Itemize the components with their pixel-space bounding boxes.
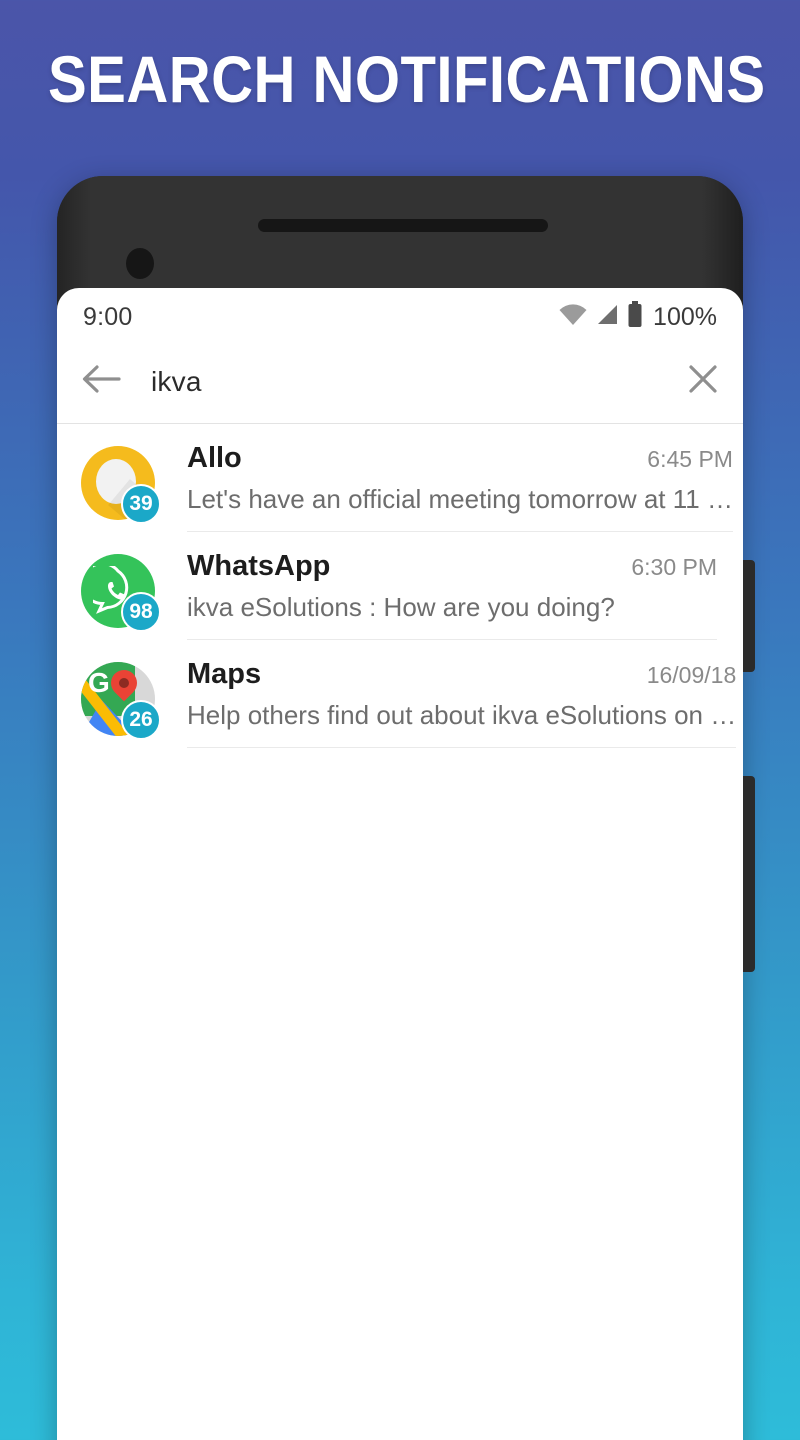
notification-app-name: Maps: [187, 658, 262, 690]
notification-row-allo[interactable]: 39 Allo 6:45 PM Let's have an official m…: [57, 424, 743, 532]
status-bar: 9:00 100%: [57, 288, 743, 340]
back-arrow-icon[interactable]: [81, 362, 121, 401]
notification-message: ikva eSolutions : How are you doing?: [187, 592, 615, 622]
front-camera-icon: [126, 248, 154, 279]
notification-timestamp: 6:45 PM: [647, 446, 733, 472]
notification-message: Let's have an official meeting tomorrow …: [187, 484, 733, 514]
notification-row-maps[interactable]: G 26 Maps 16/09/18 Help others find out …: [57, 640, 743, 748]
notification-content: Allo 6:45 PM Let's have an official meet…: [187, 442, 733, 532]
battery-icon: [627, 301, 643, 333]
wifi-icon: [558, 303, 588, 332]
whatsapp-app-icon: 98: [81, 554, 161, 632]
power-button[interactable]: [741, 776, 755, 972]
battery-percentage: 100%: [653, 302, 717, 331]
notification-timestamp: 6:30 PM: [631, 554, 717, 580]
phone-screen: 9:00 100% ikva 39 Allo 6:45 PM Let's hav…: [57, 288, 743, 1440]
notification-list: 39 Allo 6:45 PM Let's have an official m…: [57, 424, 743, 748]
notification-row-whatsapp[interactable]: 98 WhatsApp 6:30 PM ikva eSolutions : Ho…: [57, 532, 743, 640]
phone-device-frame: 9:00 100% ikva 39 Allo 6:45 PM Let's hav…: [57, 176, 755, 1440]
search-bar: ikva: [57, 340, 743, 424]
search-input[interactable]: ikva: [151, 366, 685, 398]
close-icon[interactable]: [685, 361, 721, 402]
notification-content: Maps 16/09/18 Help others find out about…: [187, 658, 737, 748]
status-indicators: 100%: [558, 301, 717, 333]
volume-button[interactable]: [741, 560, 755, 672]
page-title: SEARCH NOTIFICATIONS: [48, 42, 766, 116]
earpiece-speaker: [258, 219, 548, 232]
notification-timestamp: 16/09/18: [646, 662, 737, 688]
unread-badge: 26: [121, 700, 161, 740]
google-maps-app-icon: G 26: [81, 662, 161, 740]
notification-message: Help others find out about ikva eSolutio…: [187, 700, 737, 730]
unread-badge: 98: [121, 592, 161, 632]
notification-app-name: WhatsApp: [187, 550, 331, 582]
cellular-signal-icon: [595, 303, 620, 332]
unread-badge: 39: [121, 484, 161, 524]
status-clock: 9:00: [83, 302, 133, 331]
notification-content: WhatsApp 6:30 PM ikva eSolutions : How a…: [187, 550, 717, 640]
allo-app-icon: 39: [81, 446, 161, 524]
notification-app-name: Allo: [187, 442, 242, 474]
